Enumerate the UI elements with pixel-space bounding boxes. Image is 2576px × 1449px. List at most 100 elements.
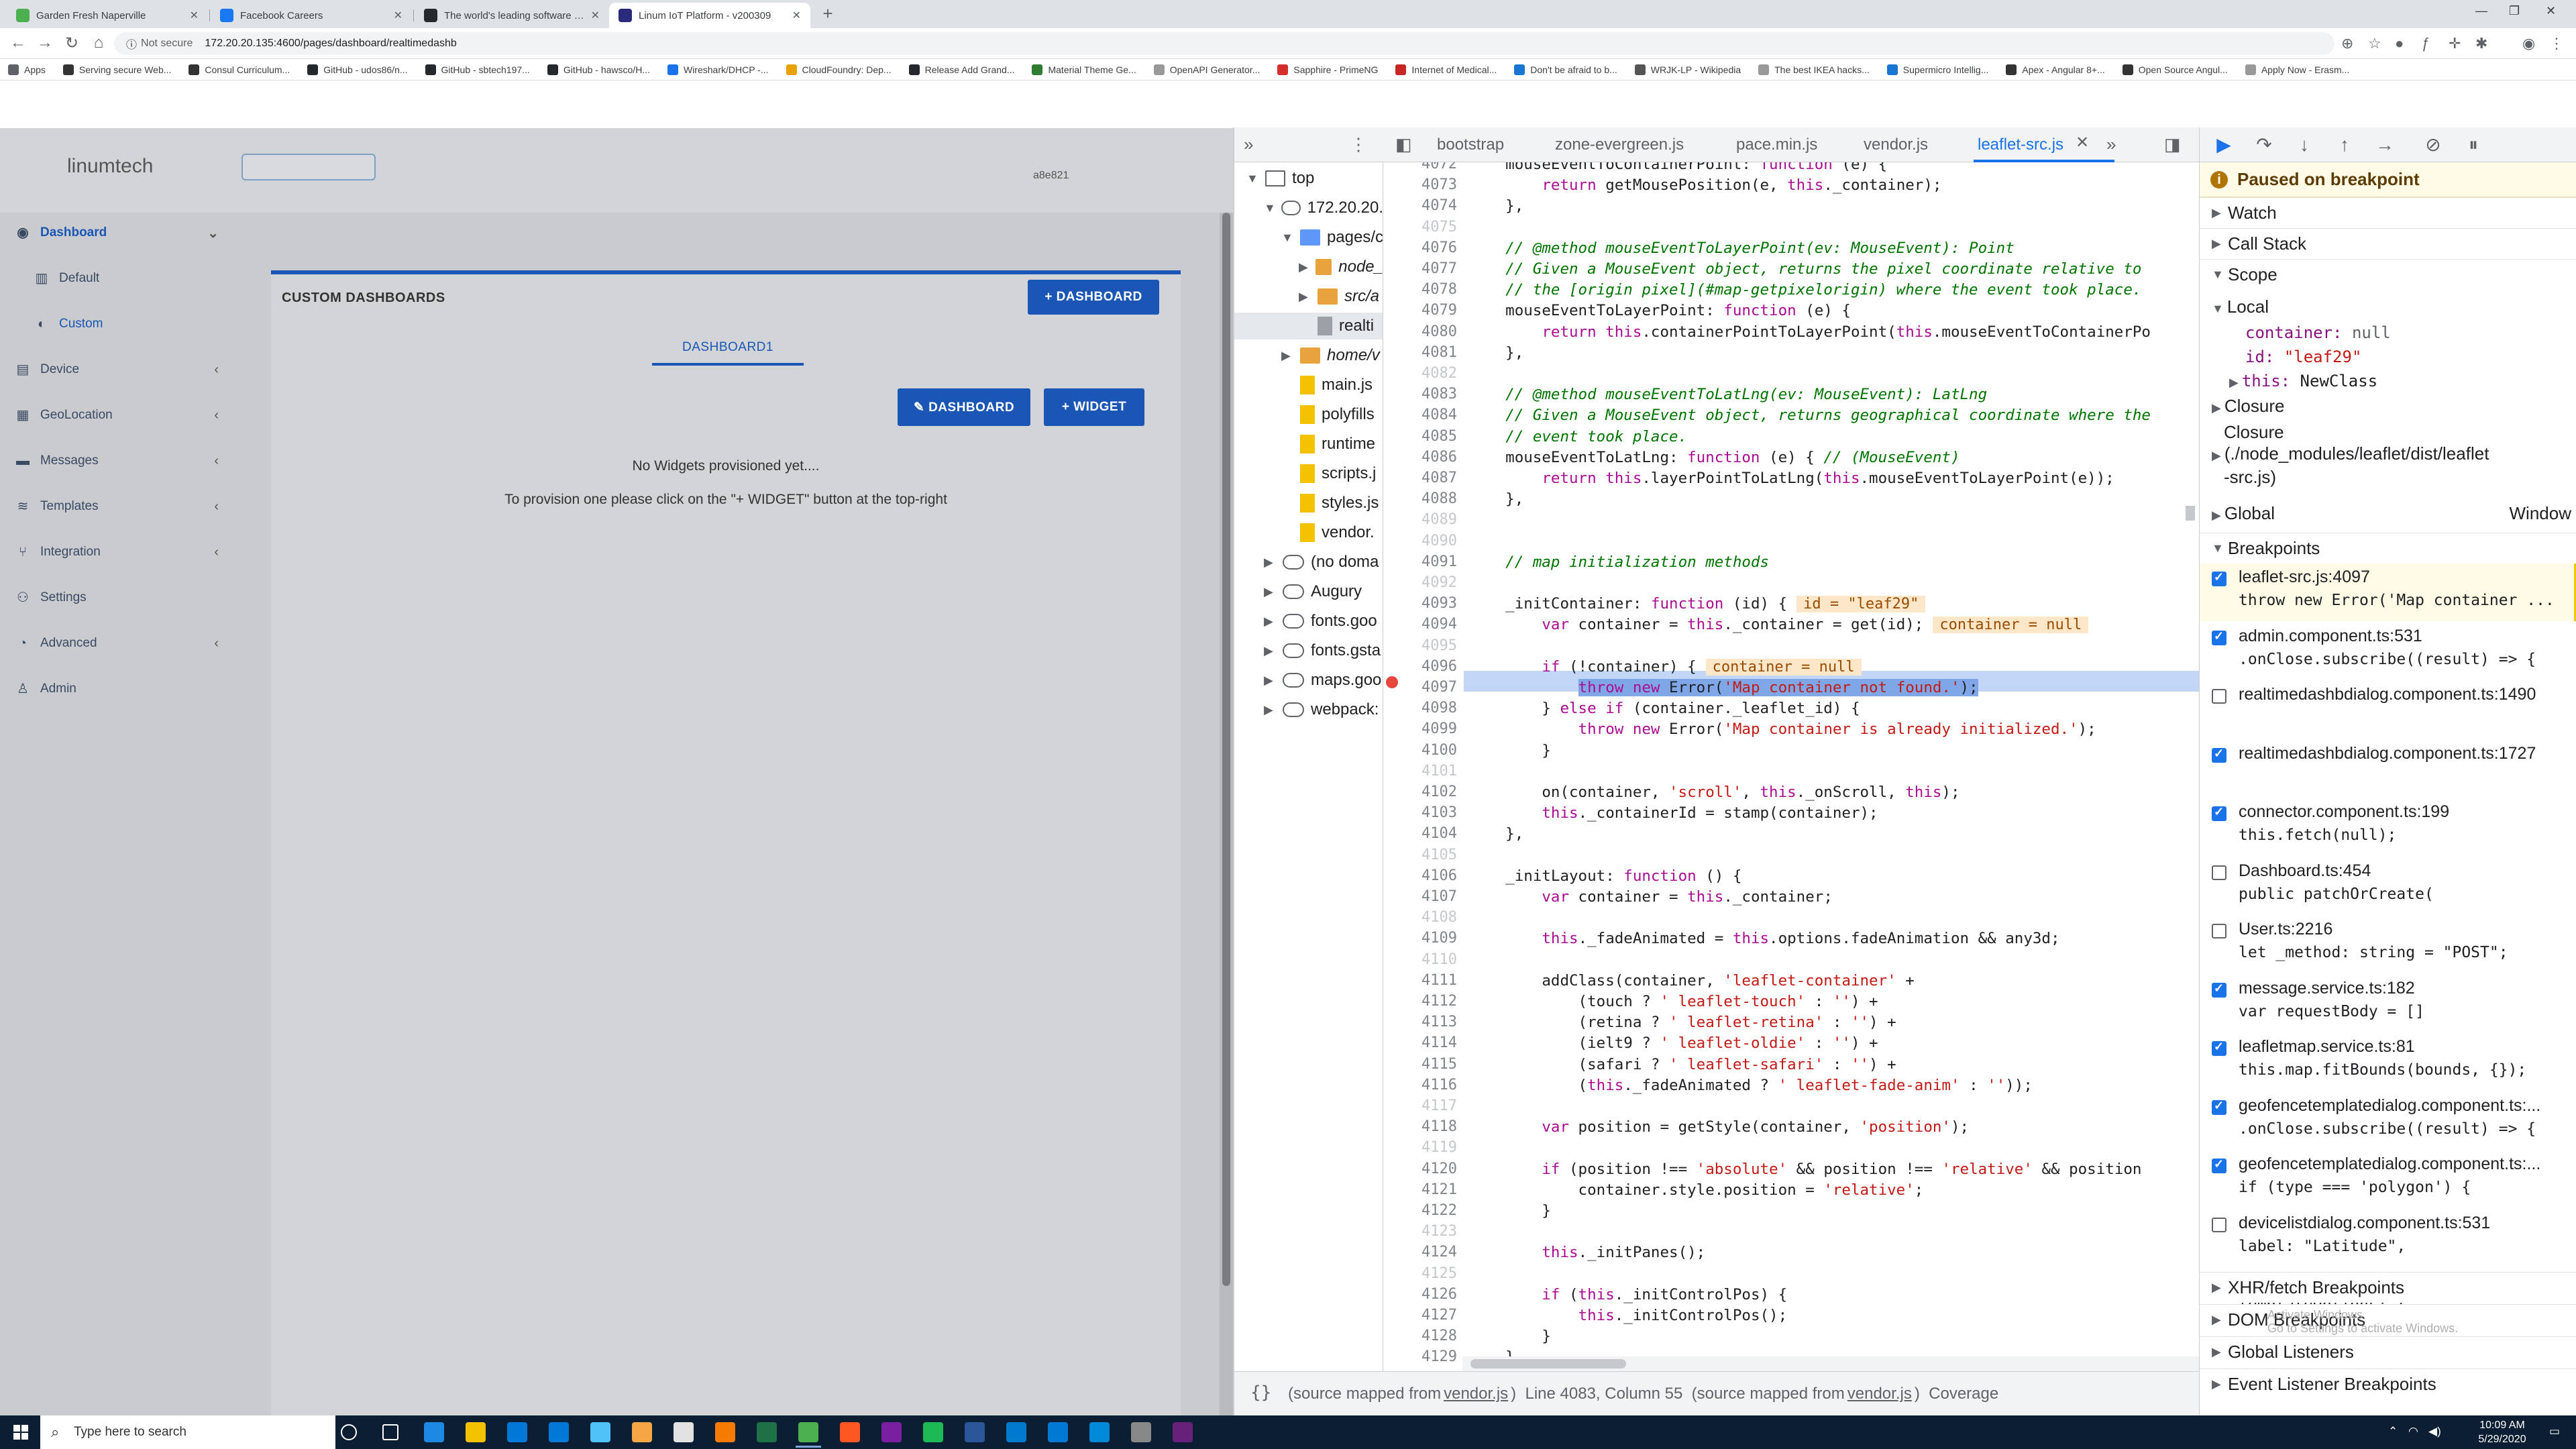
bookmark-item[interactable]: Release Add Grand...: [908, 64, 1014, 75]
bookmark-item[interactable]: GitHub - sbtech197...: [425, 64, 530, 75]
close-icon[interactable]: ✕: [591, 9, 600, 22]
back-icon[interactable]: ←: [8, 34, 28, 52]
code-line[interactable]: }: [1469, 1202, 2194, 1220]
line-number[interactable]: 4083: [1403, 386, 1457, 402]
code-line[interactable]: mouseEventToLatLng: function (e) { // (M…: [1469, 449, 2194, 466]
bookmark-item[interactable]: GitHub - hawsco/H...: [547, 64, 650, 75]
line-number[interactable]: 4082: [1403, 365, 1457, 382]
tree-item[interactable]: main.js: [1234, 372, 1383, 398]
breakpoint-entry[interactable]: realtimedashbdialog.component.ts:1727: [2200, 740, 2576, 776]
bookmark-item[interactable]: Wireshark/DHCP -...: [667, 64, 769, 75]
bookmark-item[interactable]: Internet of Medical...: [1395, 64, 1497, 75]
scope-global[interactable]: ▶ Global Window: [2212, 503, 2576, 524]
browser-tab[interactable]: Garden Fresh Naperville ✕: [7, 3, 208, 28]
breakpoint-entry[interactable]: User.ts:2216 let _method: string = "POST"…: [2200, 916, 2576, 973]
close-icon[interactable]: ✕: [190, 9, 199, 22]
code-line[interactable]: }: [1469, 1328, 2194, 1345]
file-tab[interactable]: bootstrap: [1437, 136, 1504, 154]
line-number[interactable]: 4088: [1403, 490, 1457, 507]
taskbar-search-box[interactable]: ⌕ Type here to search: [40, 1415, 335, 1449]
profile-icon[interactable]: ◉: [2522, 35, 2535, 52]
line-number[interactable]: 4099: [1403, 720, 1457, 737]
step-into-icon[interactable]: ↓: [2292, 133, 2316, 157]
breakpoint-checkbox[interactable]: [2212, 1099, 2226, 1115]
code-line[interactable]: if (this._initControlPos) {: [1469, 1286, 2194, 1303]
code-line[interactable]: var container = this._container = get(id…: [1469, 616, 2194, 634]
word-icon[interactable]: [965, 1422, 985, 1442]
deactivate-breakpoints-icon[interactable]: ⊘: [2421, 133, 2445, 157]
brand-logo[interactable]: linumtech: [67, 155, 153, 178]
home-icon[interactable]: ⌂: [89, 34, 109, 52]
notepad-icon[interactable]: [590, 1422, 610, 1442]
browser-tab-active[interactable]: Linum IoT Platform - v200309 ✕: [609, 3, 810, 28]
breakpoints-section[interactable]: ▼ Breakpoints: [2200, 533, 2576, 564]
line-number[interactable]: 4110: [1403, 951, 1457, 968]
tree-item[interactable]: realti: [1234, 313, 1383, 339]
close-window-button[interactable]: ✕: [2546, 4, 2556, 18]
reload-icon[interactable]: ↻: [62, 34, 82, 53]
slack-icon[interactable]: [881, 1422, 902, 1442]
code-line[interactable]: (safari ? ' leaflet-safari' : '') +: [1469, 1056, 2194, 1073]
breakpoint-checkbox[interactable]: [2212, 1157, 2226, 1173]
code-line[interactable]: var position = getStyle(container, 'posi…: [1469, 1118, 2194, 1136]
sticky-icon[interactable]: [674, 1422, 694, 1442]
breakpoint-checkbox[interactable]: [2212, 1040, 2226, 1056]
pause-on-exceptions-icon[interactable]: ⏸: [2461, 133, 2485, 157]
breakpoint-entry[interactable]: admin.component.ts:531 .onClose.subscribe…: [2200, 623, 2576, 680]
code-line[interactable]: mouseEventToContainerPoint: function (e)…: [1469, 162, 2194, 173]
line-number[interactable]: 4108: [1403, 909, 1457, 926]
code-line[interactable]: throw new Error('Map container not found…: [1469, 679, 2194, 696]
line-number[interactable]: 4124: [1403, 1244, 1457, 1260]
code-line[interactable]: },: [1469, 197, 2194, 215]
global-listeners-section[interactable]: ▶ Global Listeners: [2200, 1336, 2576, 1367]
line-number[interactable]: 4080: [1403, 323, 1457, 340]
file-tab-active[interactable]: leaflet-src.js: [1978, 136, 2063, 154]
line-number[interactable]: 4091: [1403, 553, 1457, 570]
line-number[interactable]: 4098: [1403, 700, 1457, 716]
new-tab-button[interactable]: +: [818, 4, 837, 23]
code-line[interactable]: // Given a MouseEvent object, returns th…: [1469, 260, 2194, 278]
code-line[interactable]: // @method mouseEventToLatLng(ev: MouseE…: [1469, 386, 2194, 403]
spotify-icon[interactable]: [923, 1422, 943, 1442]
tree-item[interactable]: ▼ pages/c: [1234, 224, 1383, 251]
tree-item[interactable]: ▶ maps.goo: [1234, 667, 1383, 694]
line-number-gutter[interactable]: 4072 4073 4074 4075 4076 4077 4078 4079 4080 4081…: [1383, 162, 1462, 1371]
line-number[interactable]: 4079: [1403, 302, 1457, 319]
bookmark-item[interactable]: Sapphire - PrimeNG: [1277, 64, 1378, 75]
sidebar-item-default[interactable]: ▥ Default: [34, 265, 241, 292]
line-number[interactable]: 4086: [1403, 449, 1457, 466]
excel-icon[interactable]: [757, 1422, 777, 1442]
breakpoint-checkbox[interactable]: [2212, 1217, 2226, 1232]
line-number[interactable]: 4103: [1403, 804, 1457, 821]
tree-item[interactable]: runtime: [1234, 431, 1383, 458]
line-number[interactable]: 4109: [1403, 930, 1457, 947]
wifi-icon[interactable]: ◠: [2408, 1425, 2418, 1438]
scrollbar-thumb[interactable]: [2186, 506, 2195, 521]
code-line[interactable]: if (!container) {container = null: [1469, 658, 2194, 676]
line-number[interactable]: 4107: [1403, 888, 1457, 905]
bookmark-item[interactable]: Consul Curriculum...: [189, 64, 290, 75]
line-number[interactable]: 4117: [1403, 1097, 1457, 1114]
code-line[interactable]: this._initPanes();: [1469, 1244, 2194, 1261]
line-number[interactable]: 4104: [1403, 825, 1457, 842]
tree-item[interactable]: ▶ node_: [1234, 254, 1383, 280]
bookmark-item[interactable]: Apex - Angular 8+...: [2006, 64, 2105, 75]
code-line[interactable]: on(container, 'scroll', this._onScroll, …: [1469, 784, 2194, 801]
toggle-navigator-icon[interactable]: ◧: [1395, 134, 1412, 155]
outlook-icon[interactable]: [1048, 1422, 1068, 1442]
line-number[interactable]: 4085: [1403, 428, 1457, 445]
code-line[interactable]: var container = this._container;: [1469, 888, 2194, 906]
line-number[interactable]: 4122: [1403, 1202, 1457, 1219]
code-line[interactable]: },: [1469, 490, 2194, 508]
more-panels-icon[interactable]: »: [1244, 134, 1253, 155]
close-icon[interactable]: ✕: [394, 9, 402, 22]
line-number[interactable]: 4126: [1403, 1286, 1457, 1303]
tree-item[interactable]: ▼ 172.20.20.: [1234, 195, 1383, 221]
breakpoint-checkbox[interactable]: [2212, 689, 2226, 704]
line-number[interactable]: 4097: [1403, 679, 1457, 696]
line-number[interactable]: 4120: [1403, 1161, 1457, 1177]
tree-item[interactable]: polyfills: [1234, 401, 1383, 428]
store-icon[interactable]: [507, 1422, 527, 1442]
line-number[interactable]: 4111: [1403, 972, 1457, 989]
line-number[interactable]: 4101: [1403, 763, 1457, 780]
